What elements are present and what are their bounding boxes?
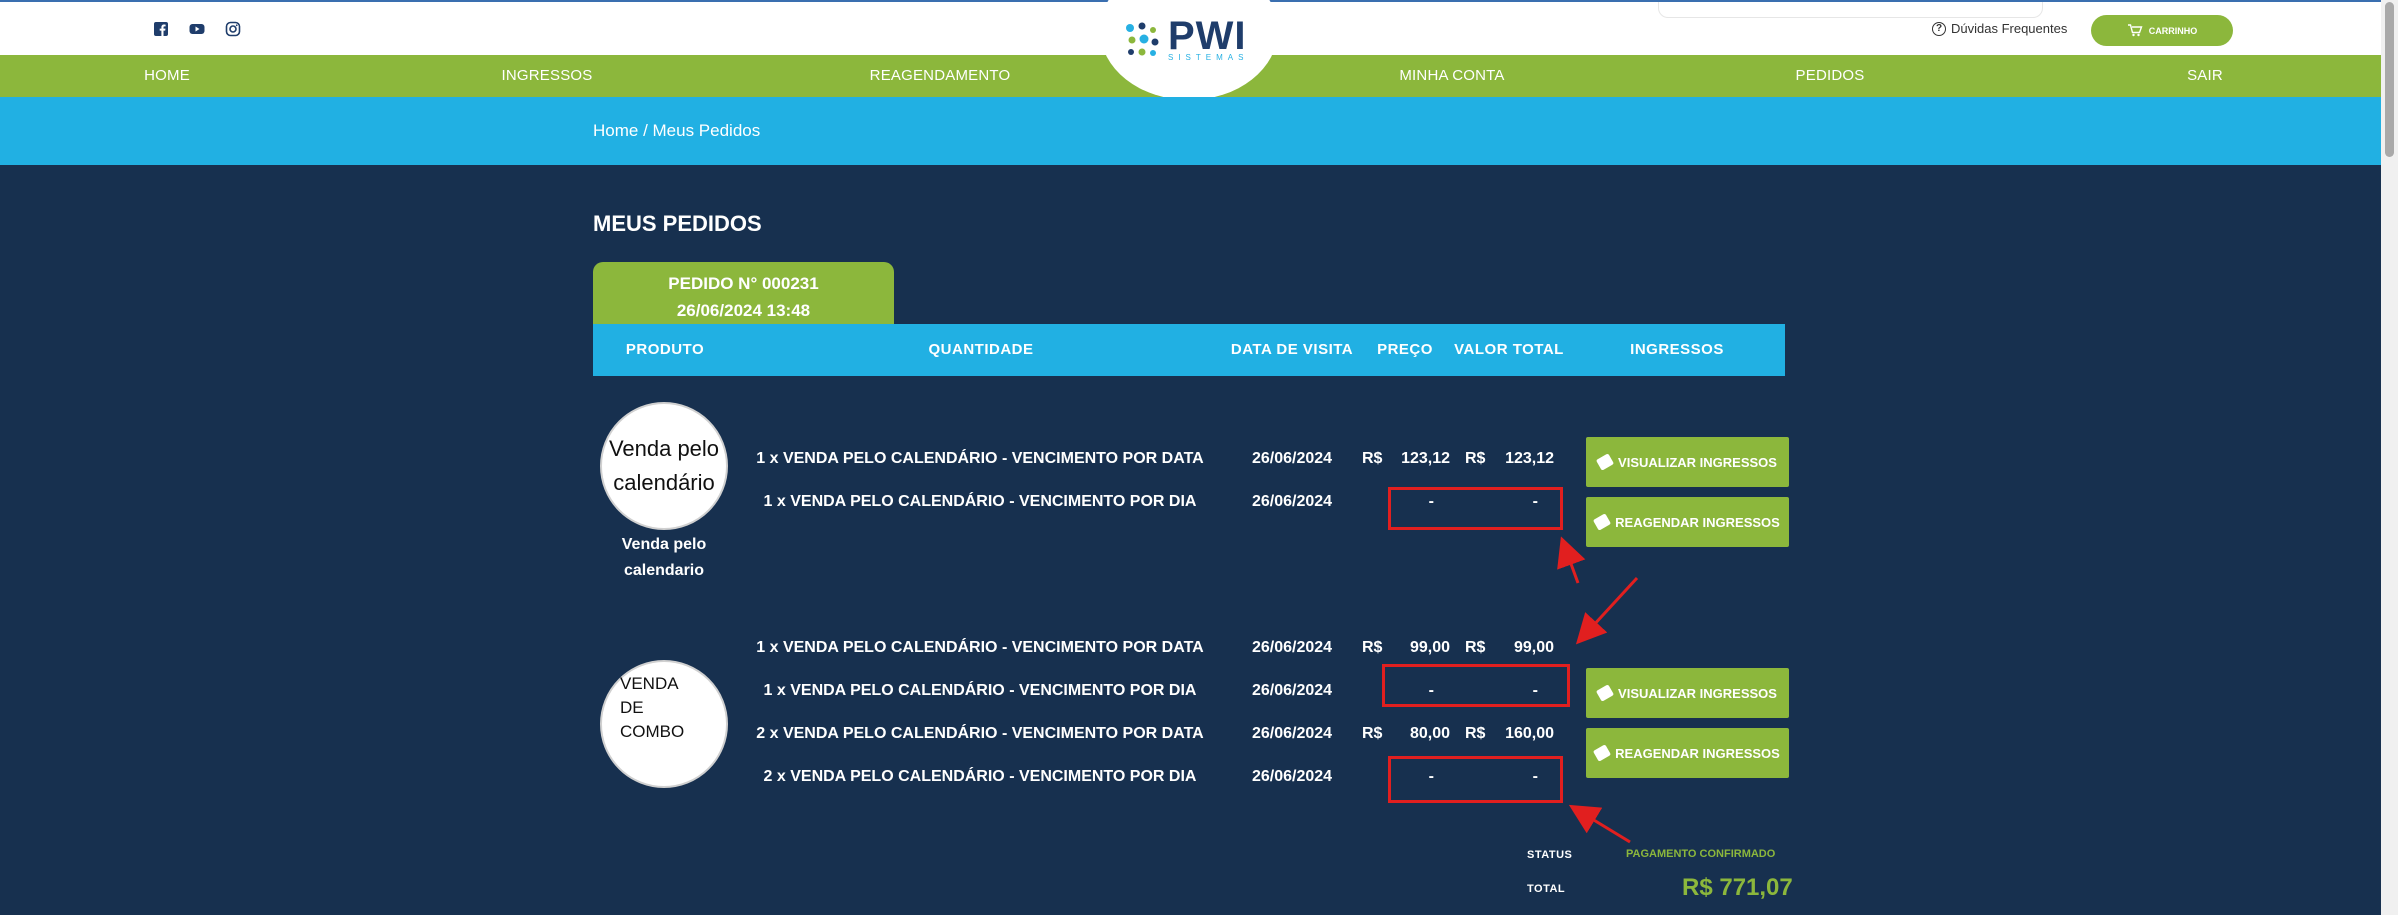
row-total: 99,00 [1513,639,1554,656]
row-date: 26/06/2024 [1251,639,1333,656]
order-number: PEDIDO N° 000231 [668,274,819,293]
annotation-arrow [1568,804,1631,844]
page-scrollbar[interactable] [2381,0,2398,915]
ticket-icon [1593,513,1612,531]
search-bar-edge[interactable] [1658,2,2043,18]
row-date: 26/06/2024 [1251,768,1333,785]
nav-item-reagendamento[interactable]: REAGENDAMENTO [870,55,1011,97]
nav-item-home[interactable]: HOME [144,55,190,97]
order-tab: PEDIDO N° 000231 26/06/2024 13:48 [593,262,894,324]
table-row: 1 x VENDA PELO CALENDÁRIO - VENCIMENTO P… [0,682,1600,706]
row-price: 80,00 [1409,725,1450,742]
product-name-line: Venda pelo [621,536,707,553]
product-name: Venda pelo calendario [600,532,728,584]
view-tickets-button[interactable]: VISUALIZAR INGRESSOS [1586,437,1789,487]
breadcrumb-band: Home / Meus Pedidos [0,97,2398,165]
table-row: 1 x VENDA PELO CALENDÁRIO - VENCIMENTO P… [0,639,1600,663]
status-value: PAGAMENTO CONFIRMADO [1626,848,1776,860]
nav-item-minha-conta[interactable]: MINHA CONTA [1399,55,1504,97]
instagram-icon[interactable] [224,20,242,38]
nav-item-pedidos[interactable]: PEDIDOS [1796,55,1865,97]
youtube-icon[interactable] [188,20,206,38]
row-desc: 1 x VENDA PELO CALENDÁRIO - VENCIMENTO P… [756,450,1204,467]
total-value: R$ 771,07 [1682,874,1793,901]
ticket-icon [1593,744,1612,762]
row-date: 26/06/2024 [1251,450,1333,467]
row-total: 123,12 [1505,450,1554,467]
total-label: TOTAL [1527,883,1566,895]
row-price: 123,12 [1401,450,1450,467]
page-title: MEUS PEDIDOS [593,211,762,236]
nav-item-ingressos[interactable]: INGRESSOS [502,55,593,97]
row-currency: R$ [1465,450,1486,467]
ticket-icon [1595,453,1615,471]
nav-item-sair[interactable]: SAIR [2187,55,2223,97]
table-row: 2 x VENDA PELO CALENDÁRIO - VENCIMENTO P… [0,725,1600,749]
col-preco: PREÇO [1377,341,1433,358]
product-name-line: calendario [623,562,705,579]
logo-subtitle: SISTEMAS [1168,53,1249,62]
table-row: 1 x VENDA PELO CALENDÁRIO - VENCIMENTO P… [0,493,1600,517]
logo-wordmark: PWI [1168,14,1247,58]
row-currency: R$ [1465,639,1486,656]
row-desc: 1 x VENDA PELO CALENDÁRIO - VENCIMENTO P… [763,493,1197,510]
annotation-box [1382,664,1570,707]
row-desc: 1 x VENDA PELO CALENDÁRIO - VENCIMENTO P… [756,639,1204,656]
view-tickets-label: VISUALIZAR INGRESSOS [1618,454,1777,470]
annotation-arrow [1557,536,1586,584]
logo-mark-icon [1126,22,1159,56]
row-desc: 2 x VENDA PELO CALENDÁRIO - VENCIMENTO P… [763,768,1197,785]
annotation-box [1388,487,1563,530]
scrollbar-thumb[interactable] [2385,2,2394,157]
faq-link[interactable]: ? Dúvidas Frequentes [1932,21,2067,36]
reschedule-tickets-label: REAGENDAR INGRESSOS [1615,514,1780,530]
row-date: 26/06/2024 [1251,493,1333,510]
cart-button[interactable]: CARRINHO [2091,15,2233,46]
row-total: 160,00 [1505,725,1554,742]
row-currency: R$ [1465,725,1486,742]
cart-icon [2127,24,2143,37]
reschedule-tickets-button[interactable]: REAGENDAR INGRESSOS [1586,728,1789,778]
social-links [152,20,242,38]
facebook-icon[interactable] [152,20,170,38]
question-icon: ? [1932,21,1946,36]
breadcrumb[interactable]: Home / Meus Pedidos [593,121,760,141]
col-data-visita: DATA DE VISITA [1230,341,1354,358]
row-desc: 1 x VENDA PELO CALENDÁRIO - VENCIMENTO P… [763,682,1197,699]
order-datetime: 26/06/2024 13:48 [676,301,811,320]
annotation-arrow [1575,576,1639,645]
logo[interactable]: PWI SISTEMAS [1122,14,1249,62]
table-header: PRODUTO QUANTIDADE DATA DE VISITA PREÇO … [593,324,1785,376]
ticket-icon [1595,684,1615,702]
col-ingressos: INGRESSOS [1630,341,1724,358]
table-row: 2 x VENDA PELO CALENDÁRIO - VENCIMENTO P… [0,768,1600,792]
col-valor-total: VALOR TOTAL [1454,341,1564,358]
row-desc: 2 x VENDA PELO CALENDÁRIO - VENCIMENTO P… [756,725,1204,742]
status-label: STATUS [1527,849,1573,861]
reschedule-tickets-button[interactable]: REAGENDAR INGRESSOS [1586,497,1789,547]
table-row: 1 x VENDA PELO CALENDÁRIO - VENCIMENTO P… [0,450,1600,474]
row-price: 99,00 [1409,639,1450,656]
faq-label: Dúvidas Frequentes [1951,21,2068,36]
reschedule-tickets-label: REAGENDAR INGRESSOS [1615,745,1780,761]
view-tickets-label: VISUALIZAR INGRESSOS [1618,685,1777,701]
annotation-box [1388,756,1563,803]
row-date: 26/06/2024 [1251,725,1333,742]
col-produto: PRODUTO [625,341,705,358]
cart-label: CARRINHO [2148,25,2198,36]
row-date: 26/06/2024 [1251,682,1333,699]
view-tickets-button[interactable]: VISUALIZAR INGRESSOS [1586,668,1789,718]
col-quantidade: QUANTIDADE [928,341,1034,358]
